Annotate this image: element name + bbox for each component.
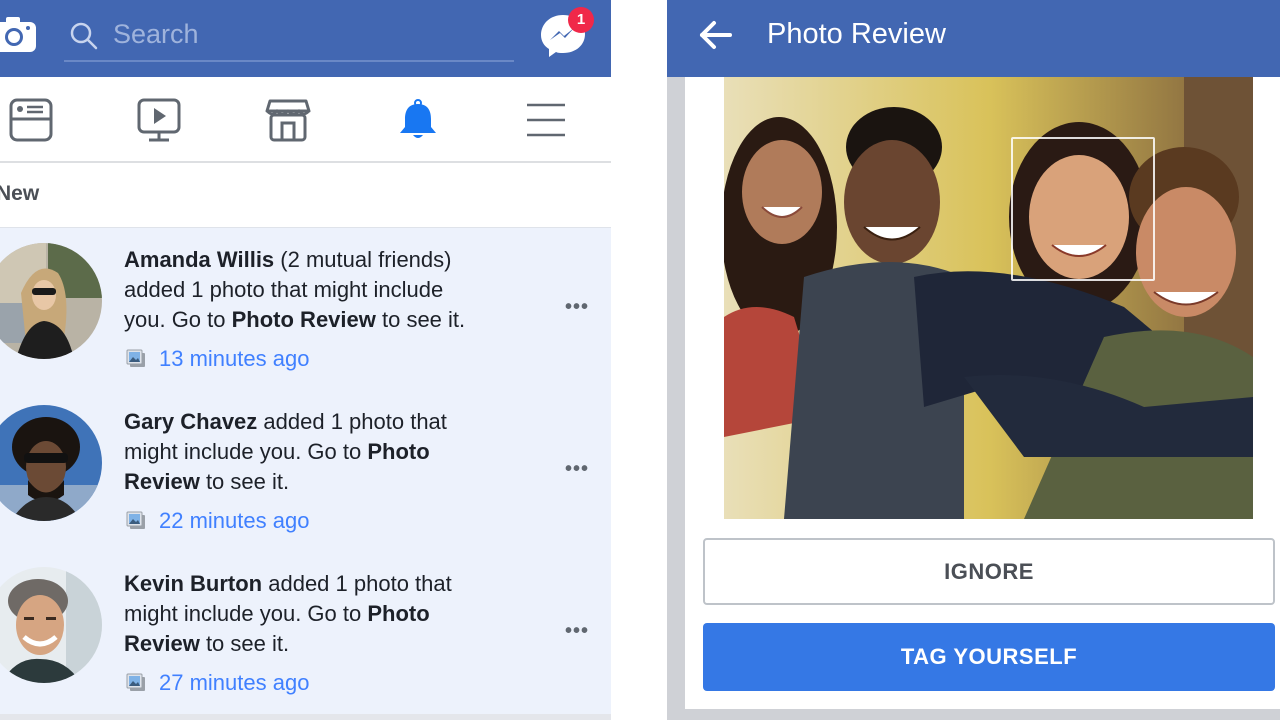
tag-yourself-button[interactable]: TAG YOURSELF [703,623,1275,691]
avatar-photo [0,243,102,359]
photo-icon [126,673,145,691]
notification-item[interactable]: Gary Chavez added 1 photo that might inc… [0,390,611,552]
avatar[interactable] [0,405,102,521]
more-options-icon[interactable]: ••• [565,620,589,643]
ignore-button[interactable]: IGNORE [703,538,1275,605]
hamburger-menu-icon[interactable] [523,97,569,143]
photo-review-screen: Photo Review IGNORE TAG YOURSELF [667,0,1280,720]
notification-item[interactable]: Kevin Burton added 1 photo that might in… [0,552,611,714]
search-icon [70,22,98,50]
avatar-photo [0,567,102,683]
notification-author[interactable]: Amanda Willis [124,247,274,272]
face-detection-box[interactable] [1011,137,1155,281]
photo-icon [126,511,145,529]
notification-timestamp: 22 minutes ago [124,507,309,535]
top-bar: Search 1 [0,0,611,77]
tab-bar [0,77,611,163]
back-arrow-icon[interactable] [699,20,733,50]
camera-icon[interactable] [0,16,36,54]
notification-text: Gary Chavez added 1 photo that might inc… [124,409,447,494]
search-field[interactable]: Search [64,12,514,62]
marketplace-icon[interactable] [265,97,311,143]
news-feed-icon[interactable] [8,97,54,143]
photo-review-link[interactable]: Photo Review [232,307,376,332]
notification-author[interactable]: Kevin Burton [124,571,262,596]
top-bar: Photo Review [667,0,1280,77]
screen: Search 1 New Amanda Willis (2 mutual fri… [0,0,1280,720]
notification-timestamp: 27 minutes ago [124,669,309,697]
bell-icon[interactable] [395,97,441,143]
notification-text: Kevin Burton added 1 photo that might in… [124,571,452,656]
notification-timestamp: 13 minutes ago [124,345,309,373]
photo-review-link[interactable]: Review [124,469,200,494]
video-icon[interactable] [136,97,182,143]
more-options-icon[interactable]: ••• [565,296,589,319]
more-options-icon[interactable]: ••• [565,458,589,481]
notification-item[interactable]: Amanda Willis (2 mutual friends) added 1… [0,228,611,390]
notification-text: Amanda Willis (2 mutual friends) added 1… [124,247,466,332]
section-heading-new: New [0,182,40,205]
notification-author[interactable]: Gary Chavez [124,409,257,434]
avatar-photo [0,405,102,521]
photo-review-link[interactable]: Photo [367,439,429,464]
avatar[interactable] [0,567,102,683]
messenger-badge: 1 [568,7,594,33]
avatar[interactable] [0,243,102,359]
photo-icon [126,349,145,367]
list-divider [0,714,611,720]
search-placeholder: Search [113,19,199,49]
photo-review-link[interactable]: Review [124,631,200,656]
tagged-photo [724,77,1253,519]
photo-review-link[interactable]: Photo [367,601,429,626]
group-photo [724,77,1253,519]
photo-review-card: IGNORE TAG YOURSELF [685,77,1280,709]
screen-gap [611,0,667,720]
notifications-screen: Search 1 New Amanda Willis (2 mutual fri… [0,0,611,720]
notification-list: Amanda Willis (2 mutual friends) added 1… [0,227,611,714]
page-title: Photo Review [767,18,946,50]
